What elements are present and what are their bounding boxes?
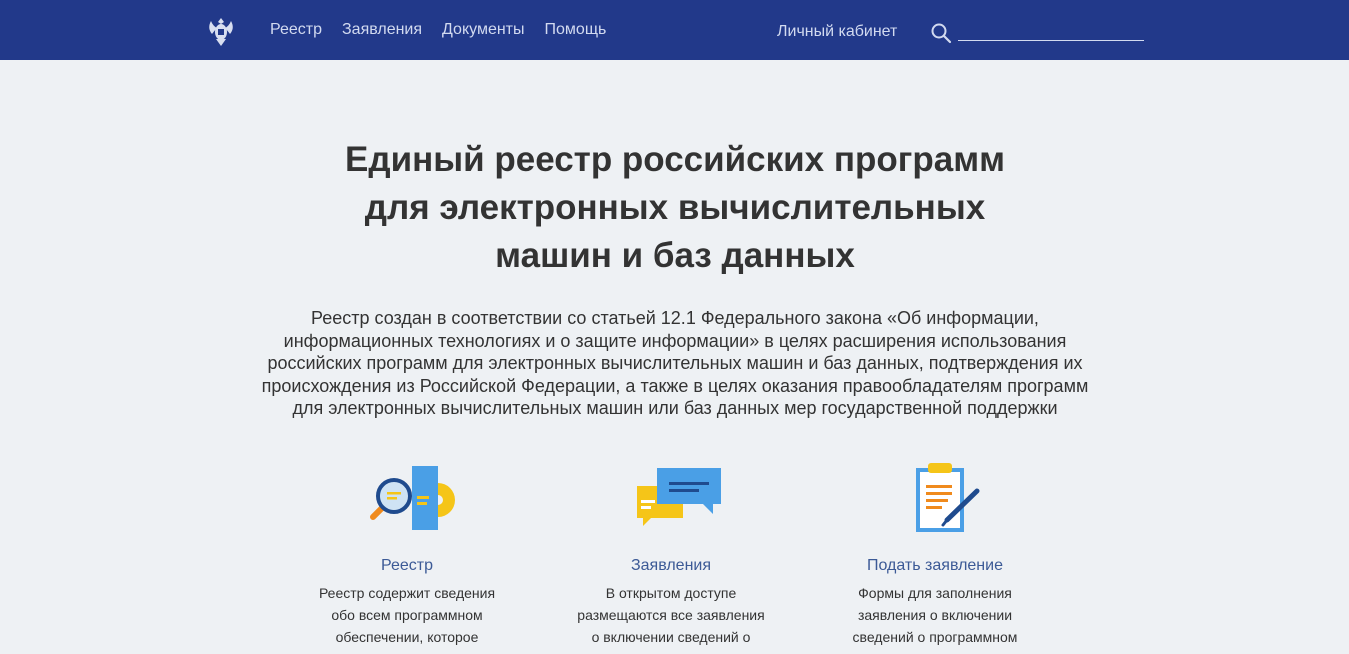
feature-applications: Заявления В открытом доступе размещаются…	[541, 458, 801, 648]
nav-registry[interactable]: Реестр	[270, 20, 322, 40]
feature-submit-application-text: Формы для заполнения заявления о включен…	[852, 585, 1018, 645]
feature-registry-title[interactable]: Реестр	[277, 556, 537, 576]
chat-bubbles-icon[interactable]	[621, 458, 721, 538]
personal-cabinet-link[interactable]: Личный кабинет	[777, 22, 897, 42]
main-nav: Реестр Заявления Документы Помощь	[270, 20, 626, 40]
feature-registry-text: Реестр содержит сведения обо всем програ…	[318, 585, 496, 645]
search-input[interactable]	[958, 22, 1144, 41]
nav-help[interactable]: Помощь	[545, 20, 607, 40]
coat-of-arms-logo[interactable]	[203, 12, 239, 48]
feature-submit-application-title[interactable]: Подать заявление	[805, 556, 1065, 576]
feature-applications-text: В открытом доступе размещаются все заявл…	[577, 585, 765, 645]
nav-applications[interactable]: Заявления	[342, 20, 422, 40]
clipboard-pen-icon[interactable]	[885, 458, 985, 538]
registry-icon[interactable]	[357, 458, 457, 538]
feature-submit-application: Подать заявление Формы для заполнения за…	[805, 458, 1065, 648]
page-title: Единый реестр российских программ для эл…	[345, 140, 1005, 275]
search-icon[interactable]	[930, 22, 952, 44]
nav-documents[interactable]: Документы	[442, 20, 524, 40]
page-description: Реестр создан в соответствии со статьей …	[261, 308, 1089, 418]
feature-applications-title[interactable]: Заявления	[541, 556, 801, 576]
feature-registry: Реестр Реестр содержит сведения обо всем…	[277, 458, 537, 648]
top-navbar: Реестр Заявления Документы Помощь Личный…	[0, 0, 1349, 60]
